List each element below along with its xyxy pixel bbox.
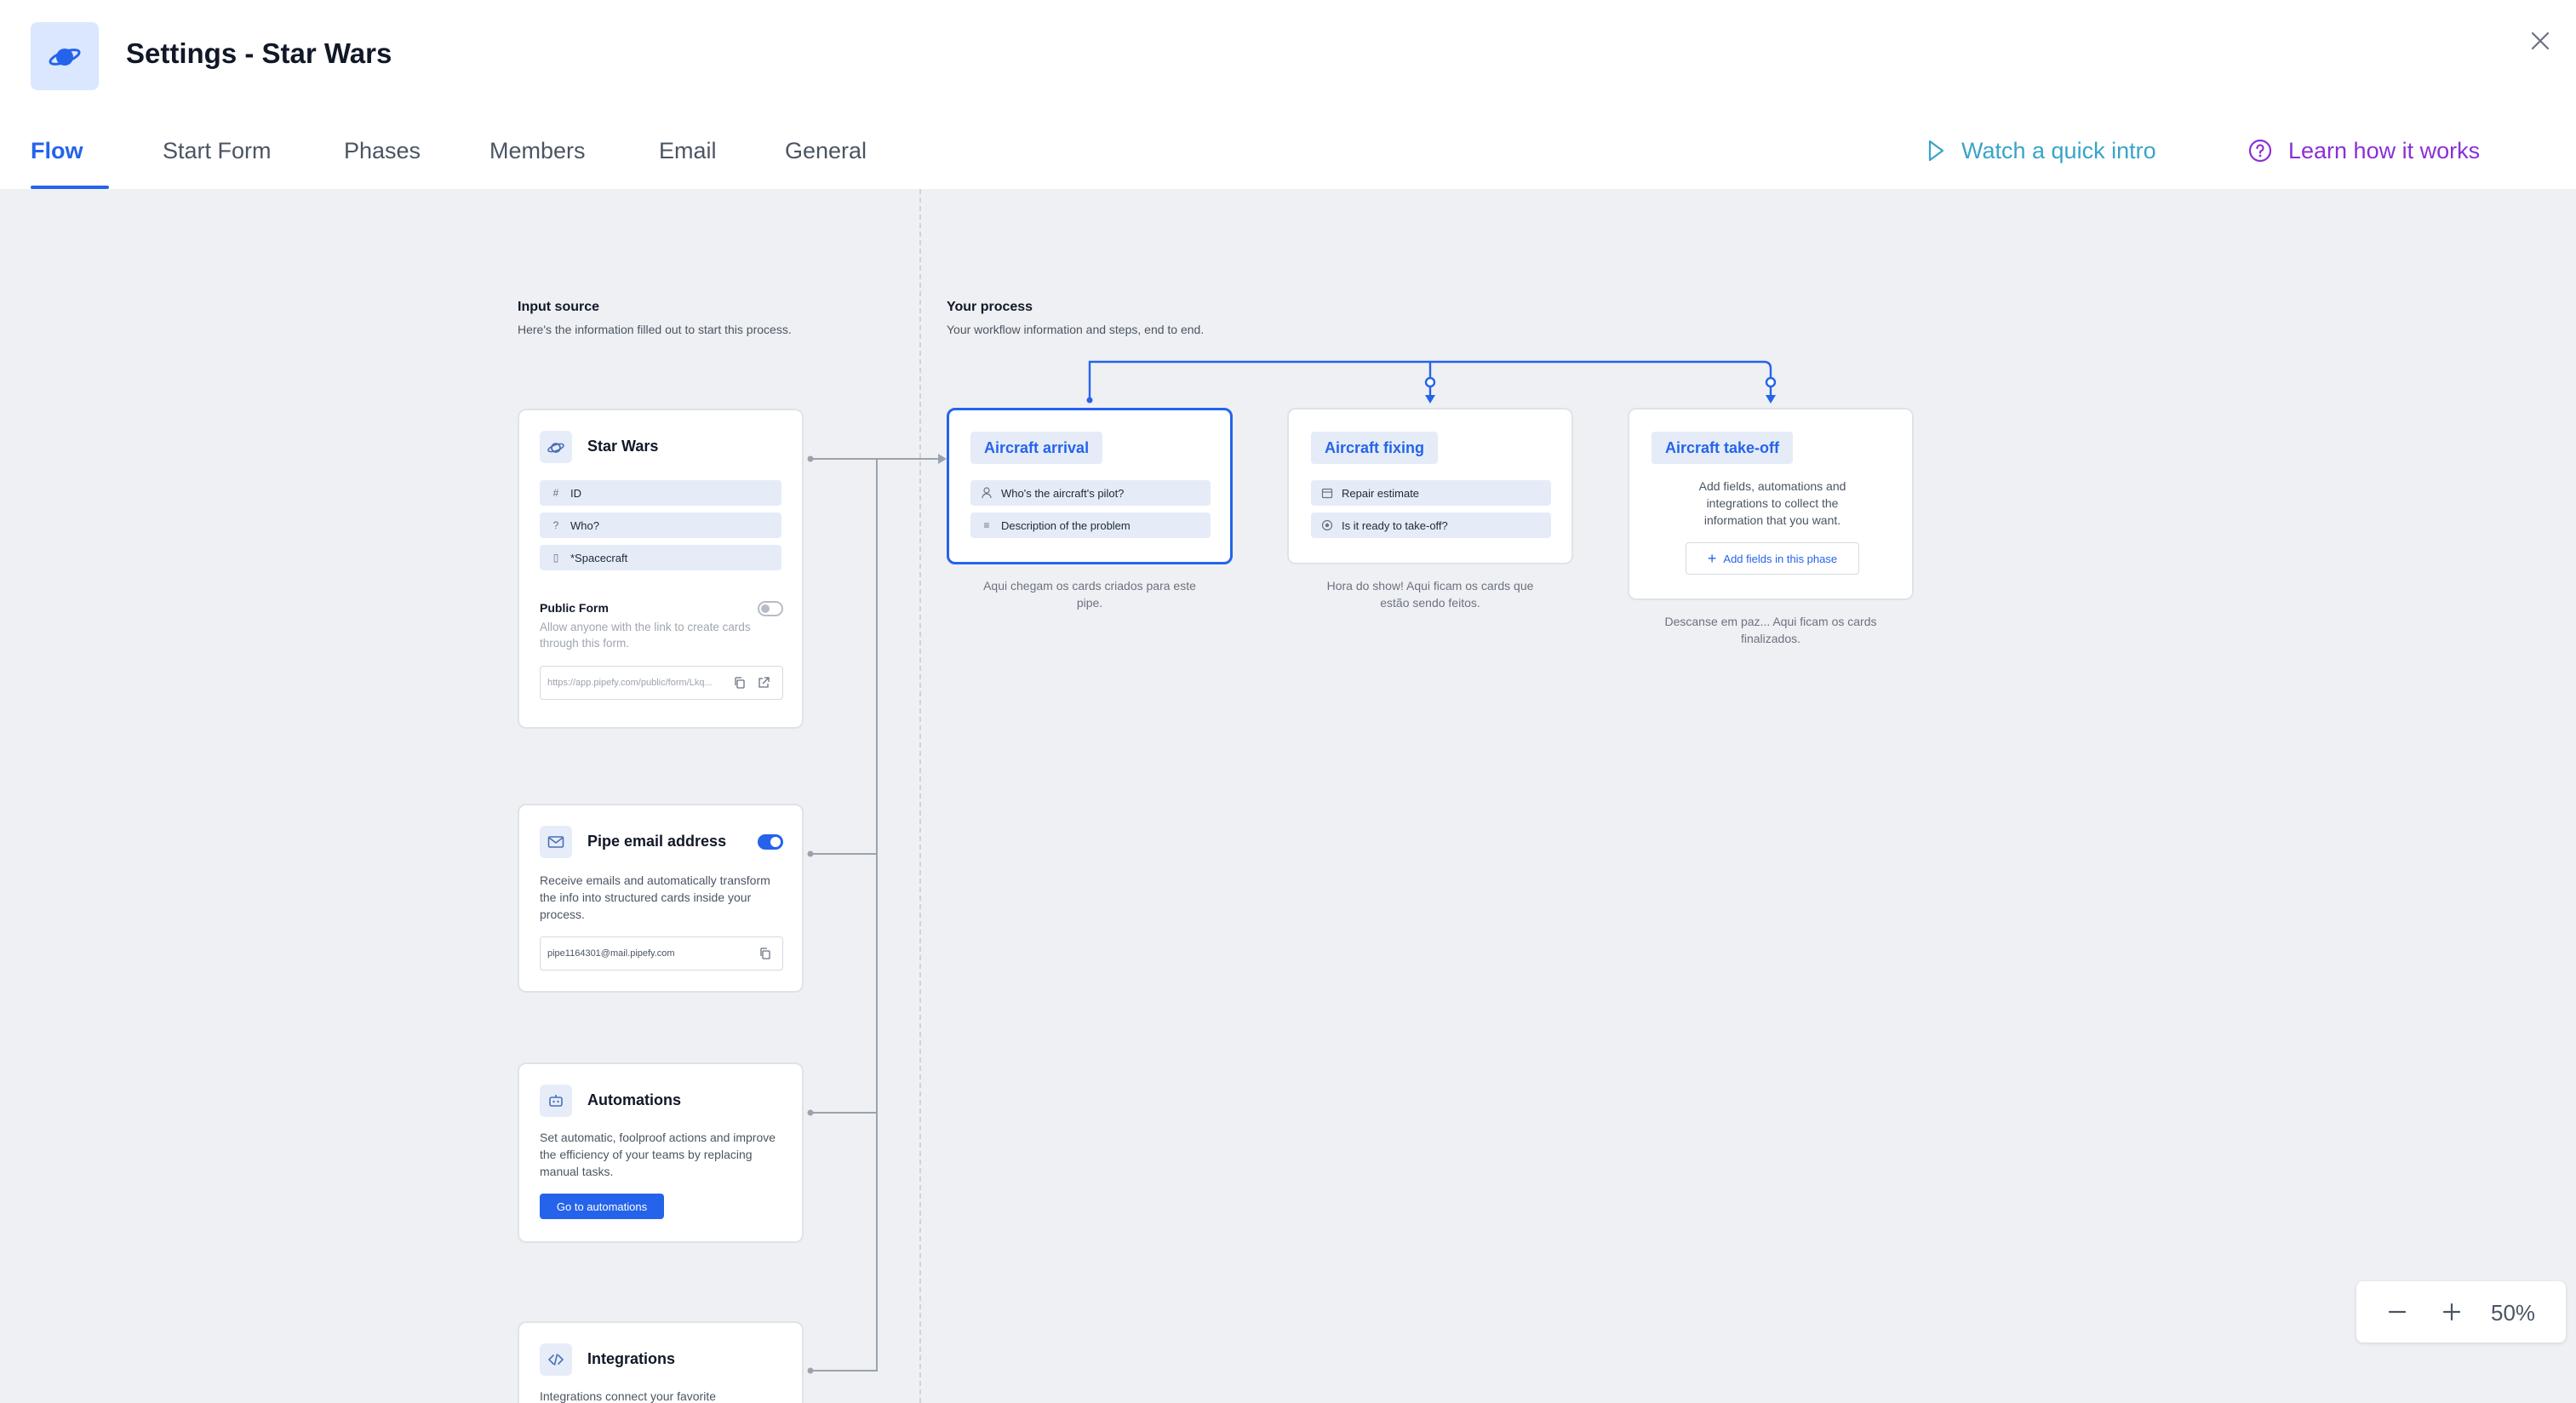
phase-card-aircraft-take-off[interactable]: Aircraft take-off Add fields, automation… [1628,408,1914,600]
integrations-icon-box [540,1343,572,1376]
help-icon [2248,139,2272,163]
phase-card-aircraft-fixing[interactable]: Aircraft fixing Repair estimate Is it re… [1287,408,1573,564]
zoom-control: 50% [2356,1281,2566,1343]
phase-name: Aircraft fixing [1311,432,1439,464]
settings-tabs: Flow Start Form Phases Members Email Gen… [0,128,2576,189]
pipe-email-title: Pipe email address [587,833,727,850]
automations-icon-box [540,1085,572,1117]
pipe-icon [31,22,99,90]
tab-members[interactable]: Members [489,138,586,189]
zoom-level: 50% [2491,1300,2536,1326]
phase-field[interactable]: Repair estimate [1311,480,1551,506]
phase-field[interactable]: Is it ready to take-off? [1311,513,1551,538]
pipe-email-address-field[interactable]: pipe1164301@mail.pipefy.com [540,936,783,971]
phase-caption: Descanse em paz... Aqui ficam os cards f… [1664,615,1877,645]
start-form-icon-box [540,431,572,463]
calendar-icon [1321,487,1333,499]
code-icon [547,1354,564,1366]
tab-general[interactable]: General [785,138,867,189]
field-label: ID [570,486,581,500]
watch-intro-label: Watch a quick intro [1961,138,2156,163]
email-icon-box [540,826,572,858]
settings-header: Settings - Star Wars Flow Start Form Pha… [0,0,2576,189]
integrations-description: Integrations connect your favorite [540,1389,717,1403]
flow-connectors [807,360,1777,1374]
pipe-email-address: pipe1164301@mail.pipefy.com [547,948,675,959]
public-form-label: Public Form [540,601,609,615]
public-form-url-field[interactable]: https://app.pipefy.com/public/form/Lkq..… [540,666,783,700]
phase-card-aircraft-arrival[interactable]: Aircraft arrival Who's the aircraft's pi… [947,408,1233,564]
phase-field[interactable]: Who's the aircraft's pilot? [970,480,1211,506]
attachment-icon: ▯ [552,552,559,564]
tab-flow[interactable]: Flow [31,138,109,189]
phase-empty-text: Add fields, automations and integrations… [1698,479,1846,527]
integrations-title: Integrations [587,1350,676,1367]
planet-icon [547,443,564,453]
automations-title: Automations [587,1091,681,1108]
tab-email[interactable]: Email [659,138,717,189]
external-link-icon[interactable] [757,676,770,690]
form-field-spacecraft[interactable]: ▯ *Spacecraft [540,545,781,570]
add-fields-button[interactable]: + Add fields in this phase [1686,542,1859,575]
pipe-email-toggle[interactable] [758,834,783,850]
question-field-icon: ? [552,519,559,531]
tab-start-form[interactable]: Start Form [163,138,272,189]
automations-card[interactable]: Automations Set automatic, foolproof act… [518,1062,804,1243]
flow-canvas[interactable]: Input source Here's the information fill… [0,189,2576,1403]
public-form-toggle[interactable] [758,601,783,616]
phase-caption: Hora do show! Aqui ficam os cards que es… [1326,579,1534,610]
robot-icon [549,1095,563,1107]
tab-phases[interactable]: Phases [344,138,421,189]
pipe-email-card[interactable]: Pipe email address Receive emails and au… [518,804,804,993]
copy-icon[interactable] [733,676,747,690]
phase-name: Aircraft take-off [1652,432,1794,464]
input-source-subtitle: Here's the information filled out to sta… [518,323,792,336]
public-form-description: Allow anyone with the link to create car… [540,621,751,650]
field-label: Who? [570,518,599,532]
envelope-icon [547,836,564,848]
field-label: Repair estimate [1342,486,1420,500]
plus-icon: + [1707,550,1717,567]
plus-icon [2442,1303,2461,1321]
add-fields-label: Add fields in this phase [1723,552,1838,565]
start-form-title: Star Wars [587,438,659,455]
pipe-email-description: Receive emails and automatically transfo… [540,873,770,921]
form-field-who[interactable]: ? Who? [540,513,781,538]
close-icon [2531,31,2550,50]
minus-icon [2388,1310,2407,1314]
zoom-in-button[interactable] [2436,1297,2467,1327]
text-lines-icon: ≡ [983,519,990,531]
phase-name: Aircraft arrival [970,432,1103,464]
public-form-url: https://app.pipefy.com/public/form/Lkq..… [547,678,713,688]
hash-icon: # [552,487,559,499]
field-label: Description of the problem [1001,518,1131,532]
watch-intro-link[interactable]: Watch a quick intro [1926,138,2156,164]
process-title: Your process [947,300,1033,314]
field-label: *Spacecraft [570,551,628,564]
close-button[interactable] [2527,27,2554,54]
learn-how-link[interactable]: Learn how it works [2247,138,2480,164]
start-form-card[interactable]: Star Wars # ID ? Who? ▯ *Spacecraft Publ… [518,409,804,729]
field-label: Is it ready to take-off? [1342,518,1448,532]
form-field-id[interactable]: # ID [540,480,781,506]
planet-icon [49,49,81,66]
play-icon [1928,140,1944,162]
automations-description: Set automatic, foolproof actions and imp… [540,1131,776,1178]
zoom-out-button[interactable] [2382,1297,2413,1327]
page-title: Settings - Star Wars [126,37,392,69]
phase-caption: Aqui chegam os cards criados para este p… [983,579,1196,610]
phase-field[interactable]: ≡ Description of the problem [970,513,1211,538]
integrations-card[interactable]: Integrations Integrations connect your f… [518,1321,804,1403]
process-subtitle: Your workflow information and steps, end… [947,323,1205,336]
radio-icon [1321,519,1333,531]
learn-how-label: Learn how it works [2288,138,2481,163]
input-source-title: Input source [518,300,600,314]
person-icon [981,487,993,499]
field-label: Who's the aircraft's pilot? [1001,486,1125,500]
go-to-automations-button[interactable]: Go to automations [540,1194,664,1219]
copy-icon[interactable] [758,947,772,960]
